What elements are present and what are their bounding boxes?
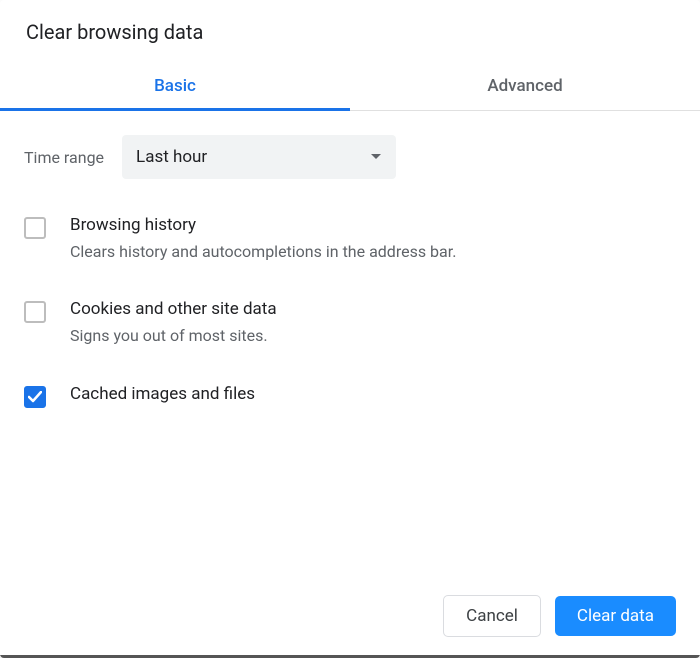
tab-advanced[interactable]: Advanced	[350, 62, 700, 110]
time-range-selected-value: Last hour	[136, 147, 207, 167]
option-text: Browsing history Clears history and auto…	[70, 215, 676, 263]
dialog-footer: Cancel Clear data	[0, 577, 700, 658]
checkbox-cookies[interactable]	[24, 301, 46, 323]
option-title: Cookies and other site data	[70, 299, 676, 319]
dialog-content: Time range Last hour Browsing history Cl…	[0, 111, 700, 577]
option-text: Cookies and other site data Signs you ou…	[70, 299, 676, 347]
option-cached: Cached images and files	[24, 384, 676, 410]
clear-browsing-data-dialog: Clear browsing data Basic Advanced Time …	[0, 0, 700, 658]
dialog-title: Clear browsing data	[0, 0, 700, 62]
cancel-button[interactable]: Cancel	[443, 595, 541, 637]
chevron-down-icon	[370, 153, 382, 161]
option-browsing-history: Browsing history Clears history and auto…	[24, 215, 676, 263]
time-range-row: Time range Last hour	[24, 135, 676, 179]
tab-basic[interactable]: Basic	[0, 62, 350, 110]
option-title: Browsing history	[70, 215, 676, 235]
clear-data-button[interactable]: Clear data	[555, 596, 676, 636]
checkbox-browsing-history[interactable]	[24, 217, 46, 239]
time-range-select[interactable]: Last hour	[122, 135, 396, 179]
tabs: Basic Advanced	[0, 62, 700, 111]
option-cookies: Cookies and other site data Signs you ou…	[24, 299, 676, 347]
option-desc: Clears history and autocompletions in th…	[70, 241, 676, 263]
option-text: Cached images and files	[70, 384, 676, 410]
time-range-label: Time range	[24, 148, 104, 167]
option-desc: Signs you out of most sites.	[70, 325, 676, 347]
checkbox-cached[interactable]	[24, 386, 46, 408]
option-title: Cached images and files	[70, 384, 676, 404]
